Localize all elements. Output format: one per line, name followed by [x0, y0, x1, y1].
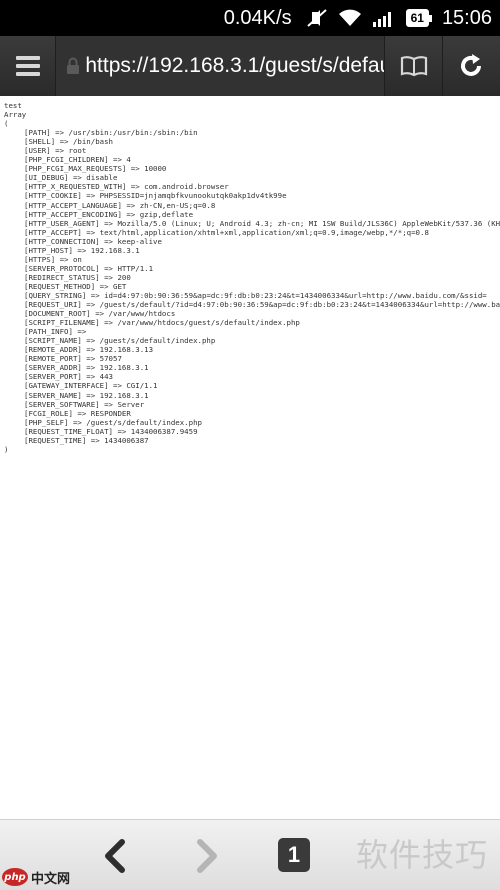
reload-icon [461, 54, 482, 76]
output-line: [HTTPS] => on [24, 254, 82, 264]
output-line: [SCRIPT_FILENAME] => /var/www/htdocs/gue… [24, 318, 300, 328]
back-button[interactable] [100, 838, 132, 874]
menu-button[interactable] [0, 36, 55, 96]
output-line: [QUERY_STRING] => id=d4:97:0b:90:36:59&a… [24, 290, 487, 300]
output-line: ) [4, 444, 9, 454]
browser-toolbar: https://192.168.3.1/guest/s/default/inde… [0, 36, 500, 96]
output-line: [REMOTE_PORT] => 57057 [24, 354, 122, 364]
output-line: [SERVER_PROTOCOL] => HTTP/1.1 [24, 263, 154, 273]
network-speed: 0.04K/s [223, 6, 292, 29]
output-line: [HTTP_CONNECTION] => keep-alive [24, 236, 162, 246]
output-line: ( [4, 119, 9, 129]
output-line: [HTTP_X_REQUESTED_WITH] => com.android.b… [24, 182, 229, 192]
output-line: [HTTP_ACCEPT] => text/html,application/x… [24, 227, 429, 237]
output-line: [PATH] => /usr/sbin:/usr/bin:/sbin:/bin [24, 128, 198, 138]
output-line: [SERVER_PORT] => 443 [24, 372, 113, 382]
lock-icon [64, 57, 81, 75]
clock: 15:06 [441, 6, 492, 29]
tabs-button[interactable]: 1 [278, 838, 310, 872]
output-line: [PATH_INFO] => [24, 327, 87, 337]
output-line: [REQUEST_URI] => /guest/s/default/?id=d4… [24, 300, 500, 310]
output-line: [UI_DEBUG] => disable [24, 173, 118, 183]
output-line: [REQUEST_TIME] => 1434006387 [24, 435, 149, 445]
output-line: [GATEWAY_INTERFACE] => CGI/1.1 [24, 381, 158, 391]
output-line: [REQUEST_METHOD] => GET [24, 281, 127, 291]
watermark-text: 软件技巧 [356, 836, 489, 874]
output-line: [REMOTE_ADDR] => 192.168.3.13 [24, 345, 154, 355]
output-line: [PHP_FCGI_MAX_REQUESTS] => 10000 [24, 164, 167, 174]
output-line: [REDIRECT_STATUS] => 200 [24, 272, 131, 282]
battery-icon: 61 [405, 9, 432, 27]
output-line: [SHELL] => /bin/bash [24, 137, 113, 147]
page-content: test Array( [PATH] => /usr/sbin:/usr/bin:/… [4, 101, 500, 461]
output-line: [SERVER_SOFTWARE] => Server [24, 399, 145, 409]
watermark-logo-text: 中文网 [31, 871, 71, 887]
book-icon [400, 56, 427, 77]
output-line: [DOCUMENT_ROOT] => /var/www/htdocs [24, 309, 176, 319]
hamburger-icon [15, 52, 40, 80]
bookmarks-button[interactable] [385, 36, 442, 96]
output-line: [HTTP_HOST] => 192.168.3.1 [24, 245, 140, 255]
php-logo-badge: php [2, 868, 28, 886]
output-line: [FCGI_ROLE] => RESPONDER [24, 408, 131, 418]
output-line: [HTTP_USER_AGENT] => Mozilla/5.0 (Linux;… [24, 218, 500, 228]
output-line: [PHP_FCGI_CHILDREN] => 4 [24, 155, 131, 165]
output-line: [SCRIPT_NAME] => /guest/s/default/index.… [24, 336, 216, 346]
output-line: [USER] => root [24, 146, 87, 156]
reload-button[interactable] [442, 36, 500, 96]
status-bar: 0.04K/s 61 15:06 [0, 0, 500, 36]
output-line: [PHP_SELF] => /guest/s/default/index.php [24, 417, 202, 427]
output-line: [REQUEST_TIME_FLOAT] => 1434006387.9459 [24, 426, 198, 436]
output-line: [SERVER_NAME] => 192.168.3.1 [24, 390, 149, 400]
chevron-left-icon [105, 839, 125, 873]
output-line: test [4, 101, 22, 110]
watermark-logo: php 中文网 [0, 866, 90, 888]
output-line: [HTTP_ACCEPT_ENCODING] => gzip,deflate [24, 209, 194, 219]
forward-button[interactable] [190, 838, 222, 874]
battery-level: 61 [405, 9, 429, 27]
output-line: [HTTP_COOKIE] => PHPSESSID=jnjamqbfkvuno… [24, 191, 287, 201]
chevron-right-icon [197, 839, 217, 873]
address-bar[interactable]: https://192.168.3.1/guest/s/default/inde… [55, 36, 386, 96]
mute-icon [306, 8, 328, 28]
wifi-icon [338, 9, 362, 27]
output-line: [HTTP_ACCEPT_LANGUAGE] => zh-CN,en-US;q=… [24, 200, 216, 210]
url-text: https://192.168.3.1/guest/s/default/inde… [85, 54, 385, 77]
output-line: [SERVER_ADDR] => 192.168.3.1 [24, 363, 149, 373]
signal-icon [372, 9, 396, 27]
output-line: Array [4, 110, 27, 120]
